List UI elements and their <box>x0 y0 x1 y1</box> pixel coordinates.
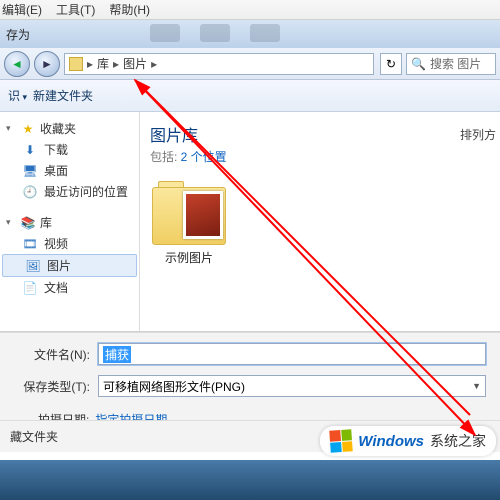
new-folder-button[interactable]: 新建文件夹 <box>33 87 93 104</box>
folder-sample-pictures[interactable]: 示例图片 <box>150 181 228 266</box>
sidebar-item-downloads[interactable]: ⬇ 下载 <box>0 139 139 160</box>
organize-button[interactable]: 识 <box>8 87 27 104</box>
sidebar-item-pictures[interactable]: 🖼 图片 <box>2 254 137 277</box>
watermark-sub: 系统之家 <box>430 431 486 451</box>
address-bar[interactable]: ▸ 库 ▸ 图片 ▸ <box>64 53 374 75</box>
download-icon: ⬇ <box>22 142 38 158</box>
chevron-right-icon: ▸ <box>151 57 157 71</box>
video-icon: 🎞 <box>22 236 38 252</box>
search-input[interactable]: 🔍 搜索 图片 <box>406 53 496 75</box>
document-icon: 📄 <box>22 280 38 296</box>
locations-link[interactable]: 2 个位置 <box>181 150 227 164</box>
desktop-icon: 🖥 <box>22 163 38 179</box>
filename-value: 捕获 <box>103 346 131 363</box>
breadcrumb-pictures[interactable]: 图片 <box>119 55 151 72</box>
filename-input[interactable]: 捕获 <box>98 343 486 365</box>
nav-bar: ◄ ► ▸ 库 ▸ 图片 ▸ ↻ 🔍 搜索 图片 <box>0 48 500 80</box>
body: ▾ ★ 收藏夹 ⬇ 下载 🖥 桌面 🕘 最近访问的位置 ▾ 📚 库 <box>0 112 500 332</box>
window-title: 存为 <box>6 26 30 43</box>
sidebar-item-videos[interactable]: 🎞 视频 <box>0 233 139 254</box>
library-icon <box>69 57 83 71</box>
filetype-select[interactable]: 可移植网络图形文件(PNG) ▼ <box>98 375 486 397</box>
background-windows <box>150 24 280 42</box>
content-pane: 图片库 包括: 2 个位置 排列方 示例图片 <box>140 112 500 331</box>
sidebar-libraries[interactable]: ▾ 📚 库 <box>0 212 139 233</box>
chevron-down-icon: ▼ <box>472 381 481 391</box>
sort-label[interactable]: 排列方 <box>460 126 496 143</box>
filename-label: 文件名(N): <box>14 346 90 363</box>
sidebar-item-desktop[interactable]: 🖥 桌面 <box>0 160 139 181</box>
watermark: Windows 系统之家 <box>320 426 496 456</box>
sidebar-favorites[interactable]: ▾ ★ 收藏夹 <box>0 118 139 139</box>
folder-icon <box>152 181 226 245</box>
breadcrumb-root[interactable]: 库 <box>93 55 113 72</box>
library-icon: 📚 <box>20 215 36 231</box>
library-title: 图片库 <box>150 122 490 146</box>
sidebar-item-recent[interactable]: 🕘 最近访问的位置 <box>0 181 139 202</box>
menu-edit[interactable]: 编辑(E) <box>2 1 42 18</box>
library-subtitle: 包括: 2 个位置 <box>150 148 490 165</box>
search-icon: 🔍 <box>411 57 426 71</box>
taskbar <box>0 460 500 500</box>
toolbar: 识 新建文件夹 <box>0 80 500 112</box>
menu-tools[interactable]: 工具(T) <box>56 1 95 18</box>
picture-icon: 🖼 <box>25 258 41 274</box>
star-icon: ★ <box>20 121 36 137</box>
watermark-brand: Windows <box>358 433 424 450</box>
filetype-value: 可移植网络图形文件(PNG) <box>103 378 245 395</box>
forward-button[interactable]: ► <box>34 51 60 77</box>
recent-icon: 🕘 <box>22 184 38 200</box>
collapse-icon: ▾ <box>6 123 16 134</box>
menu-help[interactable]: 帮助(H) <box>109 1 150 18</box>
refresh-button[interactable]: ↻ <box>380 53 402 75</box>
filetype-label: 保存类型(T): <box>14 378 90 395</box>
collapse-icon: ▾ <box>6 217 16 228</box>
title-bar: 存为 <box>0 20 500 48</box>
menu-bar: 编辑(E) 工具(T) 帮助(H) <box>0 0 500 20</box>
search-placeholder: 搜索 图片 <box>430 55 481 72</box>
windows-logo-icon <box>330 429 353 452</box>
sidebar-item-documents[interactable]: 📄 文档 <box>0 277 139 298</box>
hide-folders-toggle[interactable]: 藏文件夹 <box>10 428 58 445</box>
folder-label: 示例图片 <box>165 249 213 266</box>
back-button[interactable]: ◄ <box>4 51 30 77</box>
sidebar: ▾ ★ 收藏夹 ⬇ 下载 🖥 桌面 🕘 最近访问的位置 ▾ 📚 库 <box>0 112 140 331</box>
